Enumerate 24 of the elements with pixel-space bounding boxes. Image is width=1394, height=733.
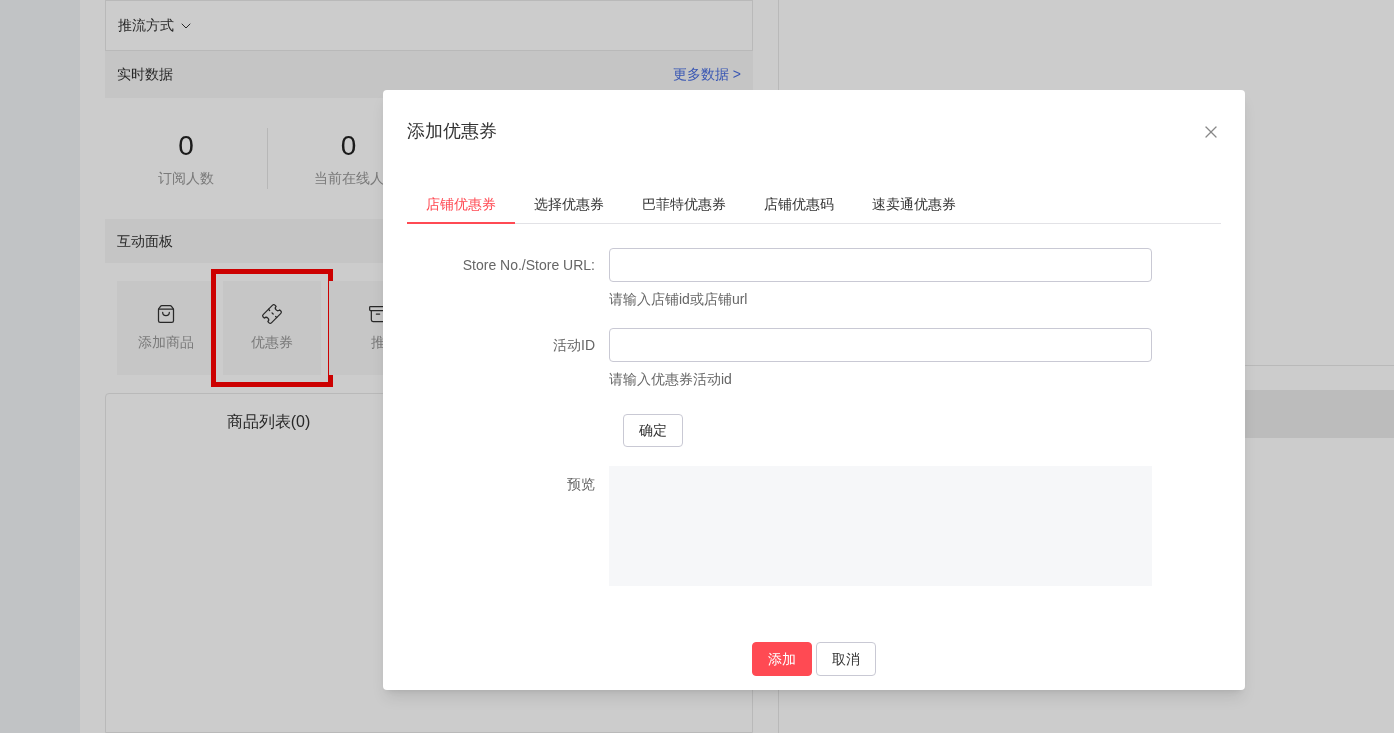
- bag-icon: [156, 303, 176, 324]
- field-hint: 请输入店铺id或店铺url: [609, 290, 749, 308]
- stream-mode-label[interactable]: 推流方式: [118, 15, 174, 36]
- tab[interactable]: 选择优惠券: [515, 186, 623, 224]
- dialog-title: 添加优惠券: [407, 120, 497, 143]
- tab[interactable]: 店铺优惠码: [745, 186, 853, 224]
- stat-value: 0: [340, 129, 357, 163]
- preview-label: 预览: [567, 475, 595, 494]
- input-field[interactable]: [609, 328, 1152, 362]
- input-field[interactable]: [609, 248, 1152, 282]
- stat-label: 当前在线人: [313, 169, 384, 188]
- section-title: 互动面板: [117, 231, 173, 251]
- product-list-title: 商品列表(0): [226, 412, 311, 432]
- tab[interactable]: 巴菲特优惠券: [623, 186, 745, 224]
- field-label: Store No./Store URL:: [462, 255, 595, 275]
- cancel-button[interactable]: 取消: [816, 642, 876, 676]
- section-title: 实时数据: [117, 65, 173, 84]
- field-hint: 请输入优惠券活动id: [609, 370, 733, 388]
- tab[interactable]: 速卖通优惠券: [853, 186, 975, 224]
- more-data-link[interactable]: 更多数据 >: [672, 64, 741, 85]
- stat-label: 订阅人数: [158, 169, 214, 188]
- confirm-button[interactable]: 确定: [623, 414, 683, 447]
- stat-value: 0: [178, 129, 194, 163]
- field-label: 活动ID: [553, 335, 595, 355]
